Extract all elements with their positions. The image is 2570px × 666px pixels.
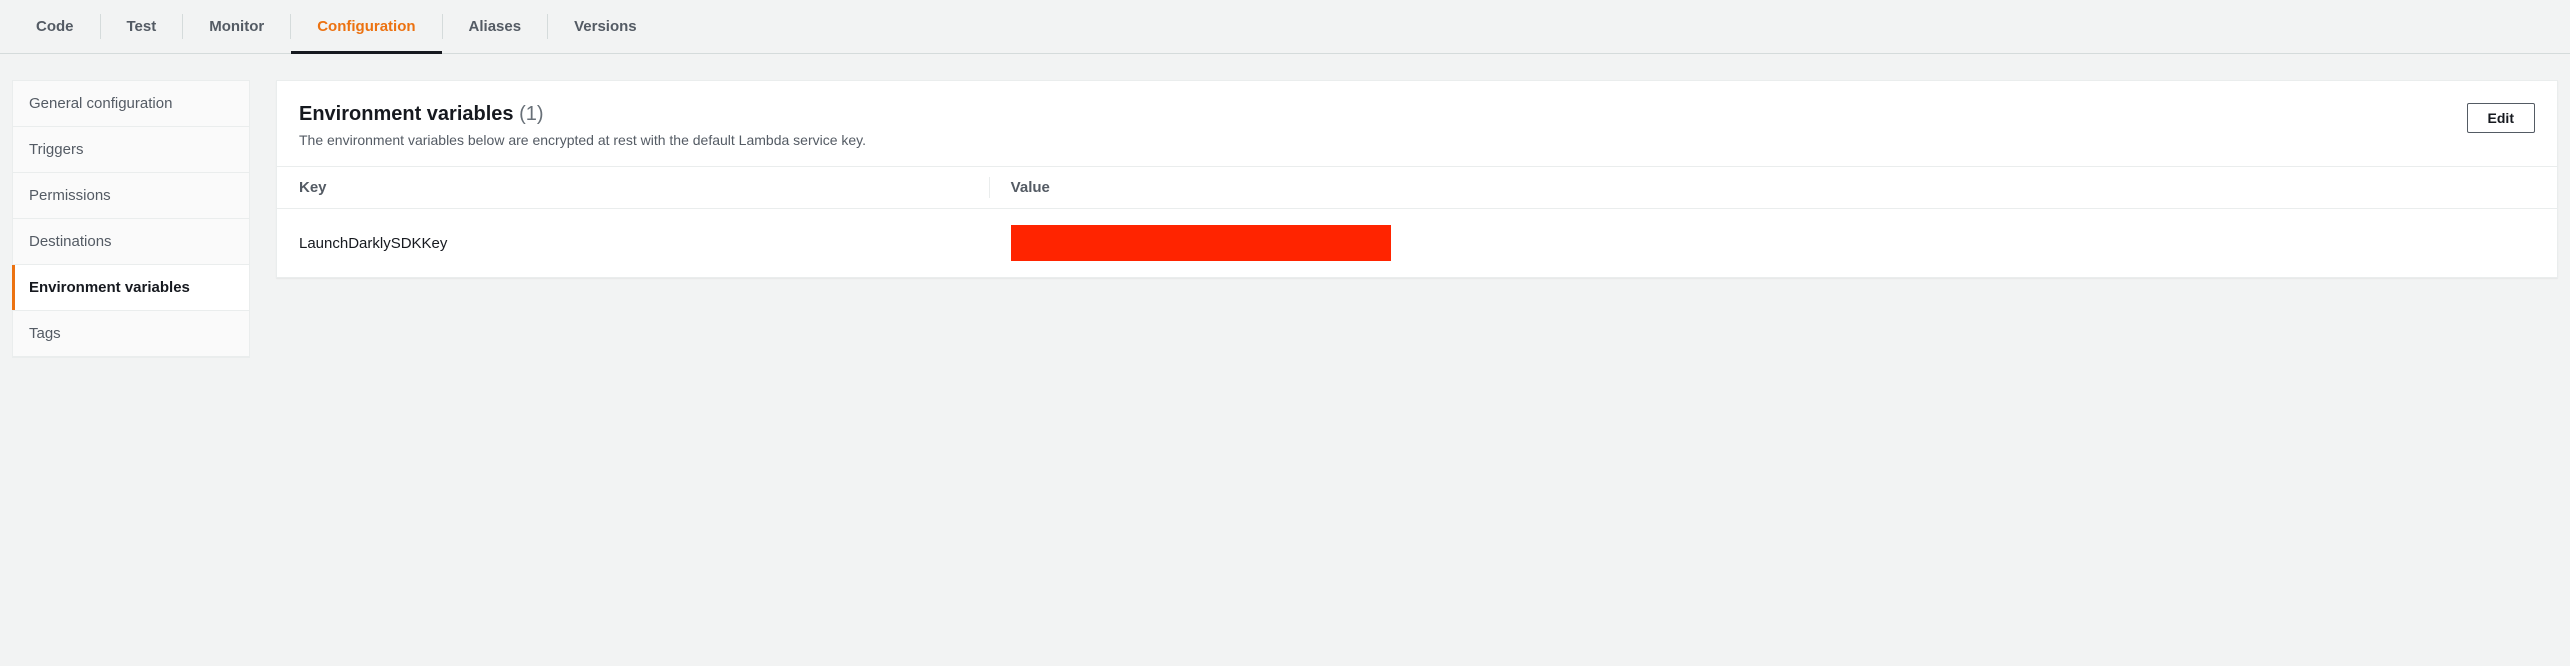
panel-heading-block: Environment variables (1) The environmen… [299, 103, 866, 148]
panel-count: (1) [519, 103, 543, 125]
panel-title: Environment variables (1) [299, 103, 866, 126]
tab-code[interactable]: Code [10, 0, 100, 53]
cell-key: LaunchDarklySDKKey [277, 209, 989, 278]
tab-label: Monitor [209, 18, 264, 35]
header-label: Key [299, 179, 327, 196]
panel-header: Environment variables (1) The environmen… [277, 81, 2557, 166]
tab-aliases[interactable]: Aliases [443, 0, 548, 53]
tab-label: Configuration [317, 18, 415, 35]
sidebar-item-triggers[interactable]: Triggers [13, 127, 249, 173]
sidebar-item-environment-variables[interactable]: Environment variables [13, 265, 249, 311]
sidebar-item-label: Permissions [29, 187, 111, 204]
sidebar-item-destinations[interactable]: Destinations [13, 219, 249, 265]
sidebar-item-general-configuration[interactable]: General configuration [13, 81, 249, 127]
main-layout: General configuration Triggers Permissio… [0, 54, 2570, 370]
header-label: Value [1011, 179, 1050, 196]
edit-button[interactable]: Edit [2467, 103, 2535, 133]
env-vars-table: Key Value LaunchDarklySDKKey [277, 166, 2557, 277]
sidebar-item-tags[interactable]: Tags [13, 311, 249, 357]
tab-configuration[interactable]: Configuration [291, 0, 441, 53]
cell-text: LaunchDarklySDKKey [299, 235, 447, 252]
column-header-key[interactable]: Key [277, 167, 989, 209]
tab-label: Versions [574, 18, 637, 35]
sidebar-item-label: Tags [29, 325, 61, 342]
tab-label: Code [36, 18, 74, 35]
sidebar-item-label: Triggers [29, 141, 83, 158]
redacted-value [1011, 225, 1391, 261]
table-row[interactable]: LaunchDarklySDKKey [277, 209, 2557, 278]
tab-monitor[interactable]: Monitor [183, 0, 290, 53]
sidebar-item-label: Environment variables [29, 279, 190, 296]
tab-label: Test [127, 18, 157, 35]
tab-label: Aliases [469, 18, 522, 35]
environment-variables-panel: Environment variables (1) The environmen… [276, 80, 2558, 278]
sidebar-item-label: General configuration [29, 95, 172, 112]
panel-title-text: Environment variables [299, 103, 514, 125]
column-header-value[interactable]: Value [989, 167, 2557, 209]
tab-test[interactable]: Test [101, 0, 183, 53]
tab-bar: Code Test Monitor Configuration Aliases … [0, 0, 2570, 54]
config-sidebar: General configuration Triggers Permissio… [12, 80, 250, 358]
panel-description: The environment variables below are encr… [299, 132, 866, 148]
tab-versions[interactable]: Versions [548, 0, 663, 53]
cell-value [989, 209, 2557, 278]
sidebar-item-label: Destinations [29, 233, 112, 250]
sidebar-item-permissions[interactable]: Permissions [13, 173, 249, 219]
